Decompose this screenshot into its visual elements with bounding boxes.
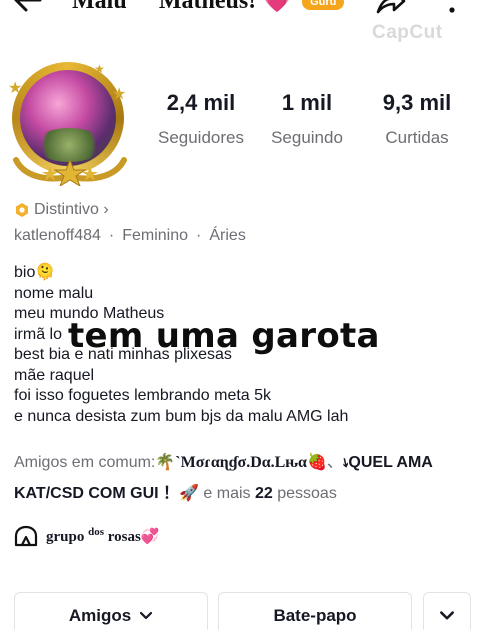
badges-label: Distintivo ›: [34, 201, 109, 218]
more-options-icon[interactable]: [447, 0, 457, 14]
following-count: 1 mil: [281, 90, 333, 115]
back-arrow-icon[interactable]: [12, 0, 42, 12]
profile-display-name: MaluamaMatheus! 💗 Guru: [72, 0, 345, 15]
avatar[interactable]: ★ ★ ★: [8, 60, 132, 186]
heart-emoji: 💗: [262, 0, 293, 14]
more-suggestions-button[interactable]: [423, 592, 471, 630]
bio-line: e nunca desista zum bum bjs da malu AMG …: [14, 407, 349, 425]
top-bar: MaluamaMatheus! 💗 Guru: [0, 0, 480, 20]
avatar-photo: [20, 70, 116, 166]
video-caption-overlay: tem uma garota: [68, 316, 380, 356]
stat-followers[interactable]: 2,4 mil Seguidores: [146, 90, 256, 148]
bio-line: mãe raquel: [14, 366, 95, 384]
bio-line: foi isso foguetes lembrando meta 5k: [14, 387, 272, 404]
star-icon: ★: [8, 80, 23, 97]
group-link[interactable]: grupo dos rosas💞: [14, 525, 160, 547]
bio-line: nome malu: [14, 284, 94, 302]
star-icon: ★: [112, 86, 127, 103]
guru-badge[interactable]: Guru: [302, 0, 345, 11]
followers-count: 2,4 mil: [166, 90, 236, 115]
badges-link[interactable]: Distintivo ›: [14, 201, 109, 219]
chat-button[interactable]: Bate-papo: [218, 592, 412, 630]
bio-line: bio🫠: [14, 264, 56, 281]
mutual-count: 22: [254, 485, 273, 502]
friends-button[interactable]: Amigos: [14, 592, 208, 630]
stat-following[interactable]: 1 mil Seguindo: [252, 90, 362, 148]
group-name: grupo dos rosas💞: [46, 526, 160, 545]
following-label: Seguindo: [271, 128, 343, 147]
zodiac-sign: Áries: [209, 227, 246, 244]
gender: Feminino: [122, 227, 189, 244]
mutual-friend-1[interactable]: 🌴`Mσɾαɳɠσ.Dα.Lԋα🍓: [155, 454, 327, 471]
chevron-down-icon: [440, 611, 454, 620]
likes-count: 9,3 mil: [382, 90, 452, 115]
profile-meta: katlenoff484 · Feminino · Áries: [14, 227, 246, 244]
followers-label: Seguidores: [157, 128, 244, 147]
capcut-watermark: CapCut: [372, 22, 443, 43]
username: katlenoff484: [14, 227, 101, 244]
badge-hexagon-icon: [16, 203, 28, 217]
mutual-prefix: Amigos em comum:: [14, 454, 156, 471]
stat-likes: 9,3 mil Curtidas: [362, 90, 472, 148]
star-icon: ★: [94, 62, 105, 76]
friends-button-label: Amigos: [68, 606, 132, 625]
mutual-friends[interactable]: Amigos em comum:🌴`Mσɾαɳɠσ.Dα.Lԋα🍓、⭏QUEL …: [14, 447, 474, 509]
laurel-wreath-icon: [13, 157, 127, 186]
share-icon[interactable]: [374, 0, 406, 16]
likes-label: Curtidas: [385, 128, 449, 147]
chat-button-label: Bate-papo: [273, 606, 357, 625]
group-tent-icon: [14, 525, 38, 547]
chevron-down-icon: [140, 611, 153, 620]
